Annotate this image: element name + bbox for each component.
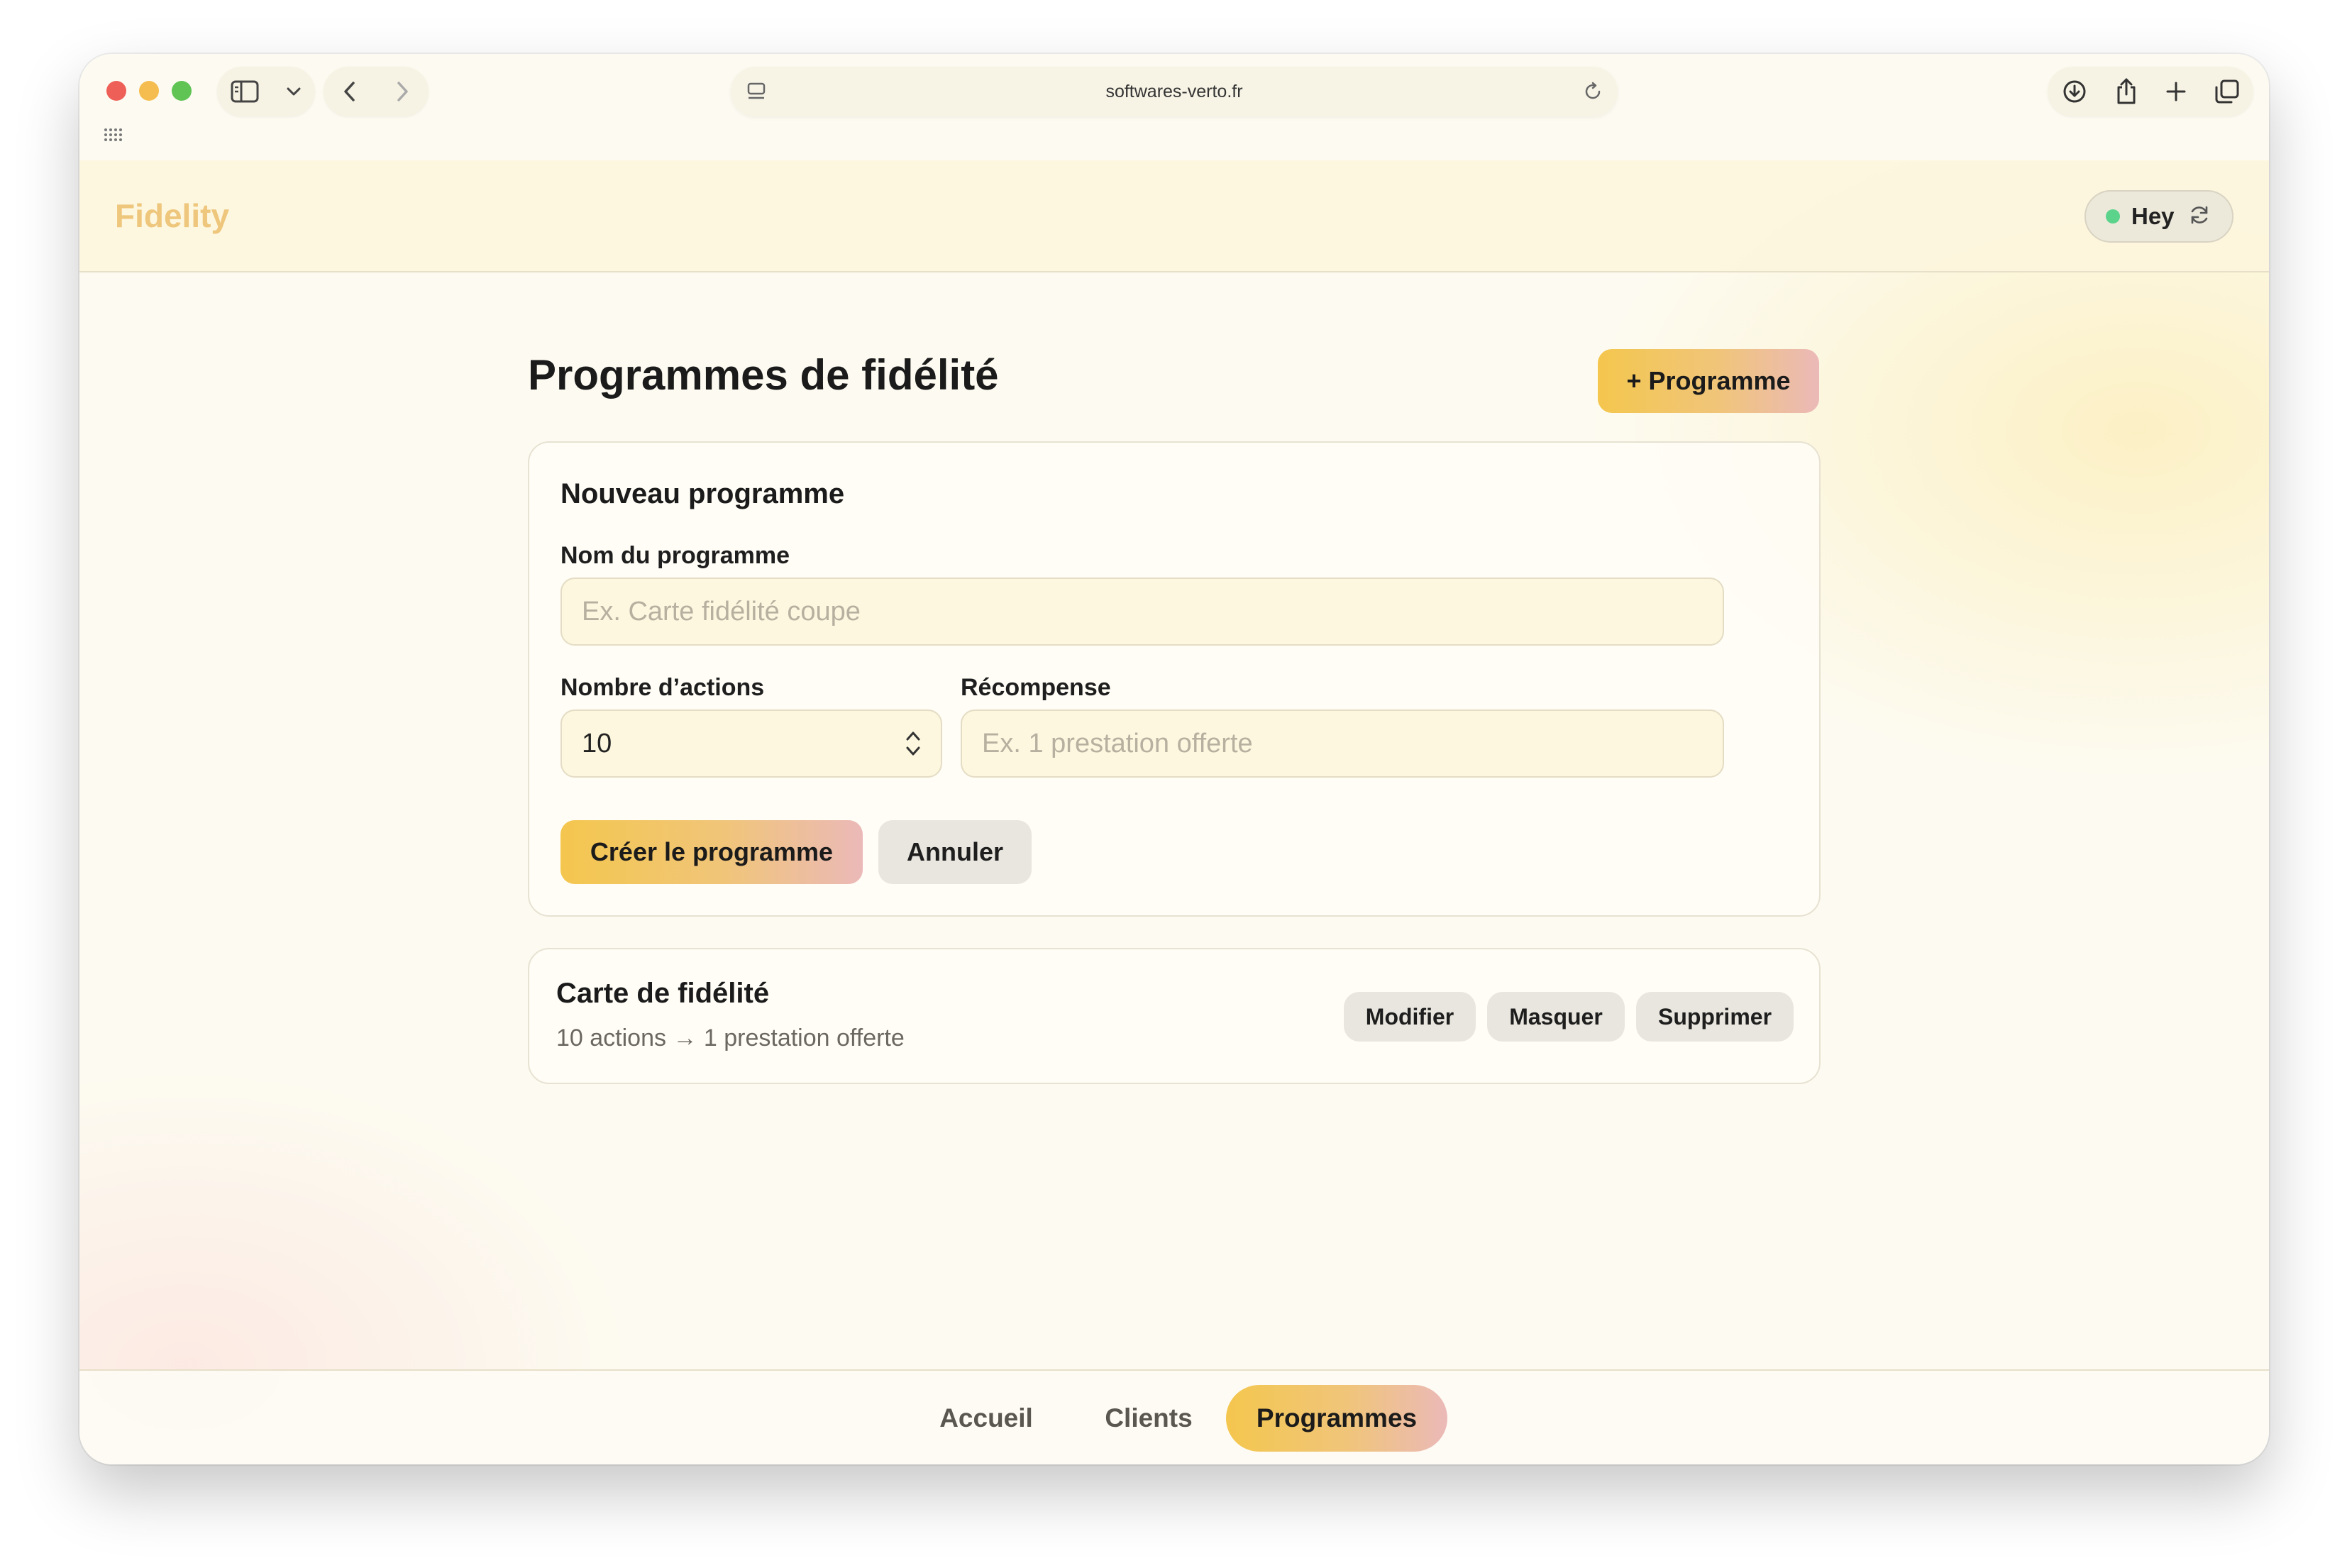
plus-icon[interactable] [2165,81,2187,102]
url-text: softwares-verto.fr [1105,82,1243,101]
address-bar[interactable]: softwares-verto.fr [731,67,1618,116]
chevron-down-icon[interactable] [286,87,302,96]
hide-program-button[interactable]: Masquer [1487,992,1625,1042]
app-content: Fidelity Hey Programmes de fidélité + Pr… [79,160,2269,1464]
nav-item-accueil[interactable]: Accueil [917,1385,1056,1452]
browser-window: softwares-verto.fr Fidelity Hey Programm… [79,54,2269,1464]
tabs-icon[interactable] [2214,79,2240,104]
window-controls [106,81,192,101]
delete-program-button[interactable]: Supprimer [1636,992,1794,1042]
download-icon[interactable] [2062,79,2087,104]
sidebar-icon[interactable] [231,80,259,103]
create-program-button[interactable]: Créer le programme [560,820,863,884]
sidebar-toggle-group [217,67,315,116]
reward-label: Récompense [961,674,1111,701]
browser-toolbar: softwares-verto.fr [79,54,2269,160]
grid-icon[interactable] [104,128,123,145]
forward-icon[interactable] [395,81,409,102]
user-name: Hey [2131,203,2175,229]
reload-icon[interactable] [1582,81,1603,106]
actions-count-field [560,710,942,778]
online-status-dot [2106,209,2120,223]
nav-item-programmes[interactable]: Programmes [1226,1385,1447,1452]
stepper-icon[interactable] [904,728,922,763]
new-program-form: Nouveau programme Nom du programme Nombr… [528,441,1821,917]
actions-count-input[interactable] [560,710,942,778]
add-program-button[interactable]: + Programme [1598,349,1819,413]
sync-icon[interactable] [2187,204,2211,229]
user-status-button[interactable]: Hey [2084,190,2233,243]
close-window-button[interactable] [106,81,126,101]
program-name-input[interactable] [560,578,1724,646]
share-icon[interactable] [2115,77,2138,106]
bottom-navigation: Accueil Clients Programmes [79,1369,2269,1464]
brand-logo[interactable]: Fidelity [115,160,229,271]
zoom-window-button[interactable] [172,81,192,101]
actions-count-label: Nombre d’actions [560,674,765,701]
minimize-window-button[interactable] [139,81,159,101]
program-description: 10 actions → 1 prestation offerte [556,1025,905,1051]
back-icon[interactable] [343,81,357,102]
program-name-label: Nom du programme [560,542,790,569]
cancel-button[interactable]: Annuler [878,820,1032,884]
edit-program-button[interactable]: Modifier [1344,992,1476,1042]
reward-input[interactable] [961,710,1724,778]
program-name: Carte de fidélité [556,978,770,1009]
program-list-item: Carte de fidélité 10 actions → 1 prestat… [528,948,1821,1084]
browser-actions [2048,67,2253,116]
page-title: Programmes de fidélité [528,351,999,399]
app-header: Fidelity Hey [79,160,2269,272]
nav-item-clients[interactable]: Clients [1081,1385,1216,1452]
history-navigation [324,67,429,116]
form-title: Nouveau programme [560,478,845,509]
